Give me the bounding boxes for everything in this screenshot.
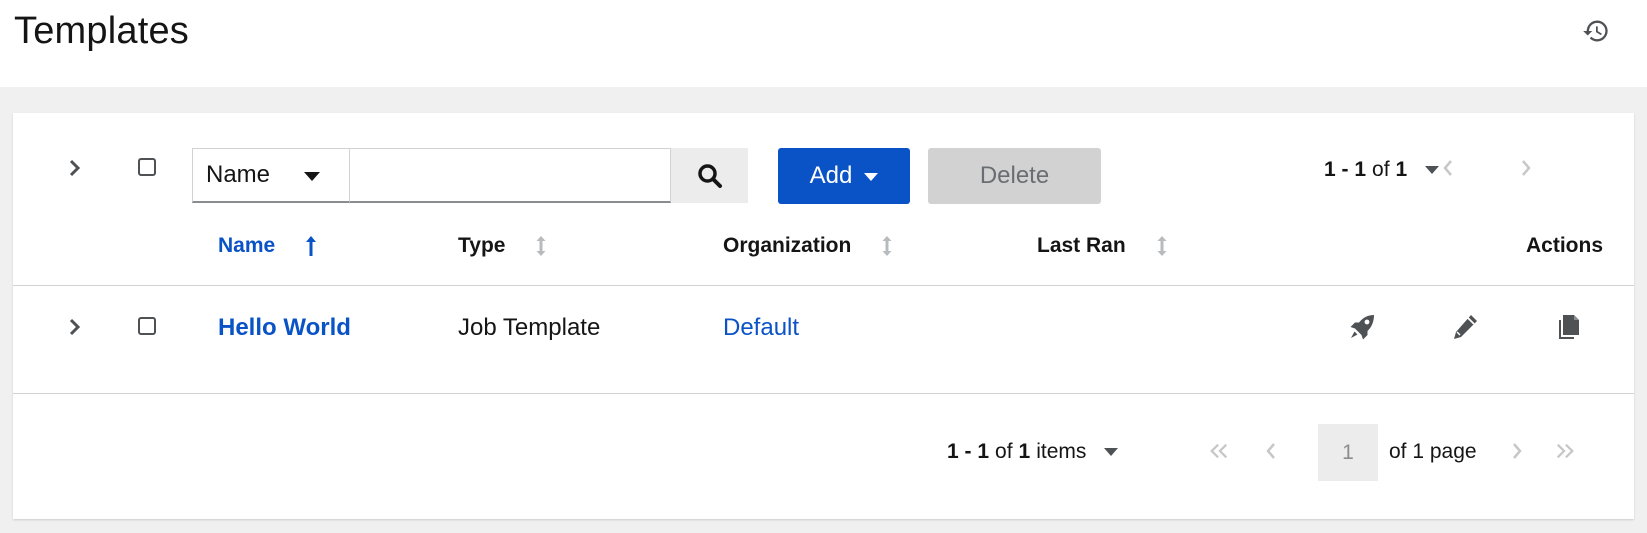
filter-select[interactable]: Name xyxy=(192,148,350,203)
expand-all-toggle[interactable] xyxy=(65,158,85,178)
previous-page-button[interactable] xyxy=(1438,158,1458,178)
delete-button[interactable]: Delete xyxy=(928,148,1101,204)
footer-total: 1 xyxy=(1018,440,1031,463)
divider xyxy=(13,285,1634,286)
page-header: Templates xyxy=(0,0,1647,87)
page-count: of 1 page xyxy=(1389,440,1477,463)
chevron-left-icon xyxy=(1443,160,1452,176)
pagination-toggle[interactable]: 1 - 1 of 1 xyxy=(1324,158,1440,182)
sort-icon xyxy=(1156,235,1168,257)
templates-list-card: Name Add Delete 1 - 1 of 1 Name Type Org… xyxy=(13,113,1634,519)
pagination-of: of xyxy=(1372,158,1390,181)
sort-icon xyxy=(881,235,893,257)
page-title: Templates xyxy=(14,10,189,52)
chevron-right-icon xyxy=(1513,443,1522,459)
add-button-label: Add xyxy=(809,162,853,189)
items-per-page-toggle[interactable]: 1 - 1 of 1 items xyxy=(947,440,1119,464)
pencil-icon[interactable] xyxy=(1450,312,1482,344)
page-number-input[interactable]: 1 xyxy=(1318,424,1378,481)
column-header-label: Name xyxy=(218,234,276,257)
sort-icon xyxy=(535,235,547,257)
column-header-last-ran[interactable]: Last Ran xyxy=(1037,234,1168,258)
row-checkbox[interactable] xyxy=(138,317,156,335)
previous-page-button[interactable] xyxy=(1261,441,1281,461)
template-name-link[interactable]: Hello World xyxy=(218,314,351,342)
caret-down-icon xyxy=(1104,448,1119,456)
last-page-button[interactable] xyxy=(1555,441,1575,461)
chevron-right-icon xyxy=(1522,160,1531,176)
double-chevron-left-icon xyxy=(1210,443,1228,459)
column-header-organization[interactable]: Organization xyxy=(723,234,893,258)
column-header-label: Last Ran xyxy=(1037,234,1126,257)
chevron-right-icon xyxy=(69,318,81,336)
next-page-button[interactable] xyxy=(1507,441,1527,461)
chevron-right-icon xyxy=(69,159,81,177)
column-header-label: Organization xyxy=(723,234,852,257)
page-number-value: 1 xyxy=(1342,440,1354,464)
column-header-name[interactable]: Name xyxy=(218,234,317,258)
row-expand-toggle[interactable] xyxy=(65,317,85,337)
search-button[interactable] xyxy=(671,148,748,203)
column-header-actions: Actions xyxy=(1526,234,1603,258)
caret-down-icon xyxy=(304,172,320,181)
history-icon[interactable] xyxy=(1582,17,1610,45)
column-header-label: Actions xyxy=(1526,234,1604,257)
footer-of: of xyxy=(995,440,1013,463)
pagination-range: 1 - 1 xyxy=(1324,158,1367,181)
footer-range: 1 - 1 xyxy=(947,440,990,463)
sort-ascending-icon xyxy=(305,235,317,257)
chevron-left-icon xyxy=(1266,443,1275,459)
search-group: Name xyxy=(192,148,748,203)
rocket-icon[interactable] xyxy=(1347,312,1379,344)
organization-link[interactable]: Default xyxy=(723,314,799,342)
first-page-button[interactable] xyxy=(1209,441,1229,461)
delete-button-label: Delete xyxy=(979,162,1050,189)
caret-down-icon xyxy=(864,173,879,181)
filter-select-value: Name xyxy=(206,161,271,188)
template-type: Job Template xyxy=(458,314,601,341)
search-icon xyxy=(697,163,722,188)
search-input[interactable] xyxy=(350,148,671,203)
copy-icon[interactable] xyxy=(1554,312,1586,344)
double-chevron-right-icon xyxy=(1556,443,1574,459)
add-button[interactable]: Add xyxy=(778,148,910,204)
footer-items-label: items xyxy=(1036,440,1087,463)
column-header-type[interactable]: Type xyxy=(458,234,547,258)
next-page-button[interactable] xyxy=(1516,158,1536,178)
select-all-checkbox[interactable] xyxy=(138,158,156,176)
divider xyxy=(13,393,1634,394)
pagination-total: 1 xyxy=(1395,158,1408,181)
column-header-label: Type xyxy=(458,234,506,257)
